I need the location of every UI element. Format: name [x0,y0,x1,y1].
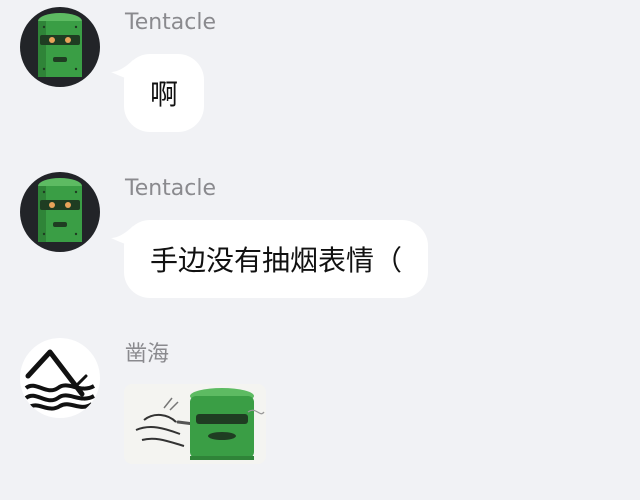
message-text: 手边没有抽烟表情（ [150,244,403,277]
sender-name: Tentacle [125,10,217,35]
sender-avatar[interactable] [20,338,100,418]
sticker-message[interactable] [124,384,266,464]
message-bubble[interactable]: 手边没有抽烟表情（ [124,220,429,298]
green-robot-avatar-icon [20,7,100,87]
sender-avatar[interactable] [20,172,100,252]
sender-name: 凿海 [125,342,170,367]
message-text: 啊 [150,78,179,111]
sender-avatar[interactable] [20,7,100,87]
sender-name: Tentacle [125,176,217,201]
green-robot-avatar-icon [20,172,100,252]
smoking-robot-sticker-icon [124,384,266,464]
message-bubble[interactable]: 啊 [124,54,205,132]
pickaxe-waves-avatar-icon [20,338,100,418]
